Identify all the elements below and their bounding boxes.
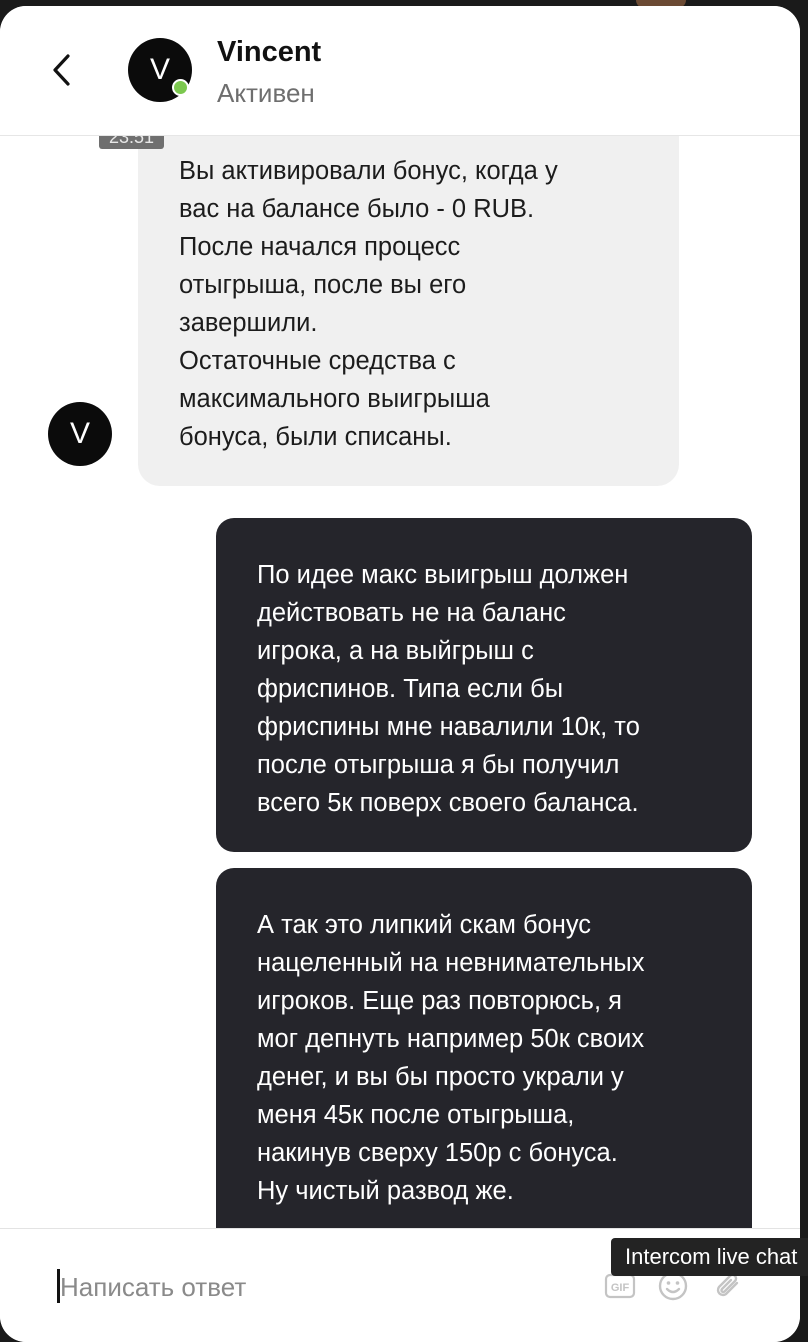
chat-window: Вы активировали бонус, когда у вас на ба… <box>0 6 800 1342</box>
back-arrow-icon <box>53 54 70 86</box>
gif-icon: GIF <box>604 1273 636 1299</box>
outgoing-message: По идее макс выигрыш должен действовать … <box>216 518 752 852</box>
incoming-message-text: Вы активировали бонус, когда у вас на ба… <box>179 157 558 451</box>
agent-name: Vincent <box>217 36 322 68</box>
outgoing-message-text: А так это липкий скам бонус нацеленный н… <box>257 911 645 1205</box>
chat-header: V Vincent Активен <box>0 6 800 136</box>
reply-input[interactable] <box>60 1269 580 1305</box>
online-status-dot <box>172 79 189 96</box>
incoming-message: Вы активировали бонус, когда у вас на ба… <box>138 106 679 486</box>
agent-avatar-small: V <box>48 402 112 466</box>
back-button[interactable] <box>44 48 80 92</box>
tooltip: Intercom live chat <box>611 1238 808 1276</box>
outgoing-message-text: По идее макс выигрыш должен действовать … <box>257 561 640 817</box>
agent-status: Активен <box>217 78 315 108</box>
outgoing-message: А так это липкий скам бонус нацеленный н… <box>216 868 752 1248</box>
svg-text:GIF: GIF <box>611 1282 630 1294</box>
